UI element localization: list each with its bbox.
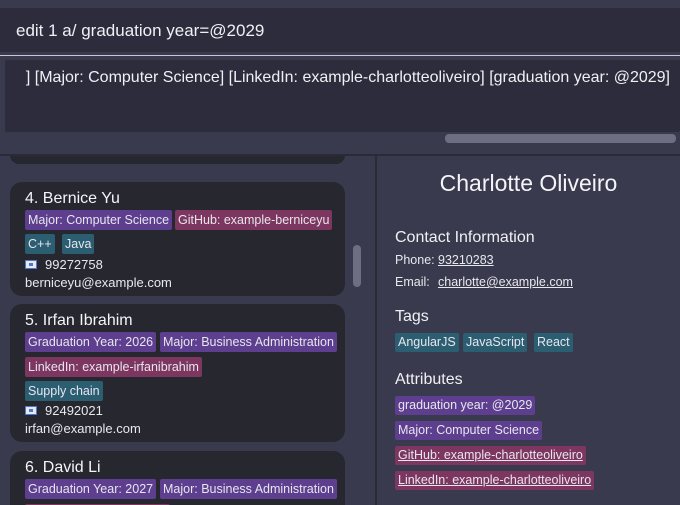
phone-value[interactable]: 93210283 (438, 253, 494, 267)
email-value[interactable]: charlotte@example.com (438, 275, 573, 289)
window-top-strip (0, 0, 680, 8)
attribute-tag: Major: Business Administration (160, 332, 337, 352)
result-text: ] [Major: Computer Science] [LinkedIn: e… (25, 69, 670, 86)
person-phone-value: 92492021 (45, 403, 103, 418)
detail-attribute-link[interactable]: GitHub: example-charlotteoliveiro (395, 446, 586, 465)
result-display: ] [Major: Computer Science] [LinkedIn: e… (5, 60, 680, 132)
attributes-section-title: Attributes (395, 371, 463, 388)
person-email: berniceyu@example.com (25, 275, 172, 290)
tags-section-title: Tags (395, 308, 429, 325)
skill-tag: Supply chain (25, 381, 103, 401)
person-card-title: 4. Bernice Yu (25, 190, 120, 207)
command-box[interactable]: edit 1 a/ graduation year=@2029 (0, 8, 680, 56)
skill-tag: C++ (25, 234, 55, 254)
person-card-title: 5. Irfan Ibrahim (25, 312, 133, 329)
person-list-scrollbar[interactable] (353, 245, 361, 287)
detail-tag: React (534, 333, 573, 352)
attribute-tag: Major: Computer Science (25, 210, 173, 230)
phone-icon (25, 260, 37, 270)
detail-attribute-link[interactable]: LinkedIn: example-charlotteoliveiro (395, 471, 595, 490)
person-detail-pane: Charlotte Oliveiro Contact Information P… (377, 156, 680, 505)
detail-person-name: Charlotte Oliveiro (439, 170, 618, 196)
phone-label: Phone: (395, 253, 435, 267)
person-card-partial[interactable] (10, 156, 345, 164)
person-card-title: 6. David Li (25, 459, 101, 476)
phone-icon (25, 406, 37, 416)
attribute-tag: Graduation Year: 2026 (25, 332, 157, 352)
attribute-tag: LinkedIn: example-irfanibrahim (25, 357, 202, 377)
attribute-tag: Graduation Year: 2027 (25, 479, 157, 499)
attribute-tag: Major: Business Administration (160, 479, 337, 499)
result-horizontal-scrollbar[interactable] (445, 134, 676, 143)
person-phone-value: 99272758 (45, 257, 103, 272)
skill-tag: Java (62, 234, 95, 254)
person-email: irfan@example.com (25, 421, 141, 436)
command-input[interactable]: edit 1 a/ graduation year=@2029 (16, 21, 264, 41)
command-underline (0, 55, 680, 56)
detail-tag: AngularJS (395, 333, 459, 352)
person-phone: 99272758 (25, 257, 103, 272)
detail-attribute: graduation year: @2029 (395, 396, 536, 415)
person-list-pane[interactable]: 4. Bernice Yu Major: Computer Science Gi… (0, 156, 375, 505)
email-label: Email: (395, 275, 430, 289)
person-card[interactable]: 6. David Li Graduation Year: 2027 Major:… (10, 451, 345, 505)
person-card[interactable]: 4. Bernice Yu Major: Computer Science Gi… (10, 182, 345, 296)
contact-section-title: Contact Information (395, 229, 535, 246)
detail-attribute: Major: Computer Science (395, 421, 543, 440)
attribute-tag: GitHub: example-berniceyu (175, 210, 333, 230)
person-phone: 92492021 (25, 403, 103, 418)
detail-tag: JavaScript (463, 333, 528, 352)
person-card[interactable]: 5. Irfan Ibrahim Graduation Year: 2026 M… (10, 304, 345, 442)
